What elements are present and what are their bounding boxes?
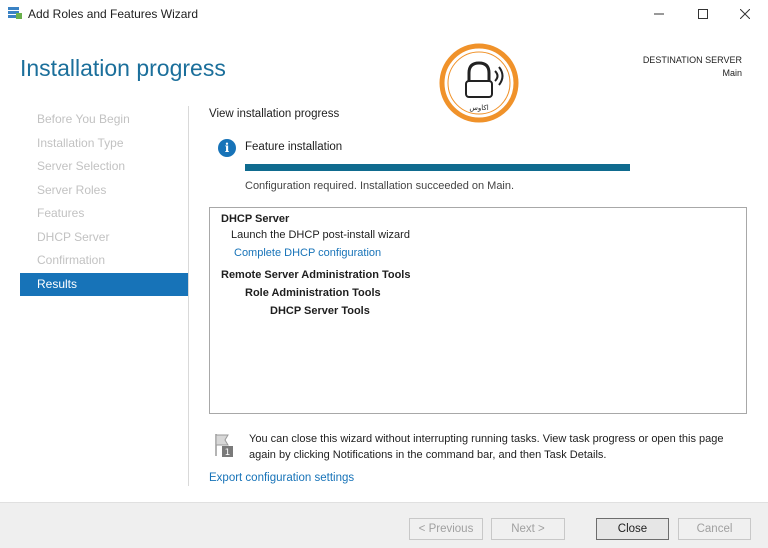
page-title: Installation progress (20, 55, 226, 81)
result-item: DHCP Server (221, 213, 290, 225)
progress-fill (245, 164, 630, 171)
nav-item-before-you-begin[interactable]: Before You Begin (20, 108, 188, 132)
close-icon (740, 9, 750, 19)
close-window-button[interactable] (722, 0, 768, 28)
complete-dhcp-configuration-link[interactable]: Complete DHCP configuration (234, 247, 381, 259)
minimize-button[interactable] (636, 0, 682, 28)
close-button[interactable]: Close (596, 518, 669, 540)
info-icon: i (218, 139, 236, 157)
wizard-nav: Before You Begin Installation Type Server … (20, 108, 188, 296)
section-label: View installation progress (209, 108, 340, 120)
feature-installation-label: Feature installation (245, 141, 343, 153)
window-title: Add Roles and Features Wizard (28, 7, 199, 21)
previous-button[interactable]: < Previous (409, 518, 483, 540)
nav-item-features[interactable]: Features (20, 202, 188, 226)
svg-text:1: 1 (225, 448, 231, 458)
destination-label: DESTINATION SERVER (642, 55, 742, 65)
destination-server: DESTINATION SERVER Main (643, 54, 742, 80)
result-item: Launch the DHCP post-install wizard (231, 229, 410, 241)
nav-item-confirmation[interactable]: Confirmation (20, 249, 188, 273)
nav-item-server-selection[interactable]: Server Selection (20, 155, 188, 179)
nav-item-dhcp-server[interactable]: DHCP Server (20, 226, 188, 250)
result-item: Role Administration Tools (245, 287, 381, 299)
minimize-icon (654, 13, 664, 15)
maximize-button[interactable] (680, 0, 726, 28)
next-button[interactable]: Next > (491, 518, 565, 540)
watermark-logo: اکاوس (439, 43, 519, 123)
close-wizard-note: You can close this wizard without interr… (249, 433, 724, 461)
result-item: Remote Server Administration Tools (221, 269, 411, 281)
nav-item-installation-type[interactable]: Installation Type (20, 132, 188, 156)
destination-server-name: Main (722, 68, 742, 78)
results-panel: DHCP Server Launch the DHCP post-install … (209, 207, 747, 414)
installation-progress-bar (245, 164, 630, 171)
cancel-button[interactable]: Cancel (678, 518, 751, 540)
export-configuration-link[interactable]: Export configuration settings (209, 472, 354, 484)
nav-item-server-roles[interactable]: Server Roles (20, 179, 188, 203)
nav-item-results[interactable]: Results (20, 272, 188, 296)
title-bar: Add Roles and Features Wizard (0, 0, 768, 28)
wizard-footer: < Previous Next > Close Cancel (0, 502, 768, 548)
result-item: DHCP Server Tools (270, 305, 370, 317)
maximize-icon (698, 9, 708, 19)
nav-divider (188, 106, 189, 486)
flag-notification-icon: 1 (215, 434, 233, 458)
server-manager-icon (8, 7, 22, 19)
installation-status: Configuration required. Installation suc… (245, 180, 515, 192)
logo-text: اکاوس (469, 104, 488, 112)
